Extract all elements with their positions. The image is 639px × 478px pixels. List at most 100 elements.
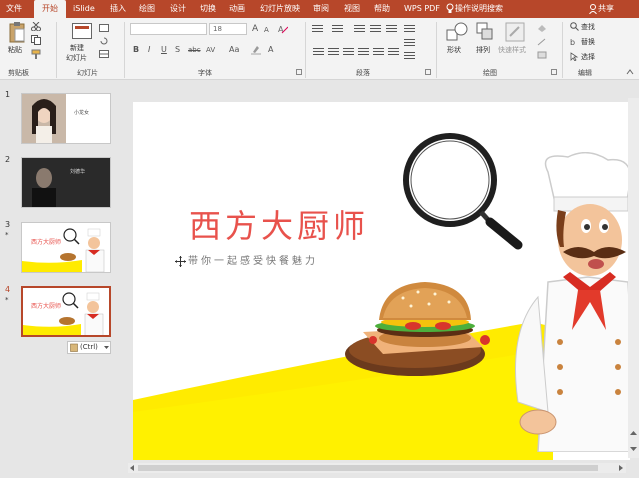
italic-button[interactable]: I — [148, 45, 150, 54]
reset-icon[interactable] — [99, 37, 109, 45]
drawing-group-label: 绘图 — [483, 69, 497, 77]
shape-fill-icon[interactable] — [537, 24, 547, 32]
slide-title[interactable]: 西方大厨师 — [189, 201, 369, 247]
dialog-launcher-icon[interactable] — [296, 69, 302, 75]
tab-home[interactable]: 开始 — [34, 0, 66, 18]
shadow-button[interactable]: S — [175, 45, 180, 54]
powerpoint-window: 文件 开始 iSlide 插入 绘图 设计 切换 动画 幻灯片放映 审阅 视图 … — [0, 0, 639, 478]
align-right-icon[interactable] — [343, 48, 354, 56]
dialog-launcher-icon[interactable] — [551, 69, 557, 75]
divider — [305, 22, 306, 78]
clear-formatting-icon[interactable]: A — [278, 24, 288, 34]
dialog-launcher-icon[interactable] — [425, 69, 431, 75]
select-button[interactable]: 选择 — [581, 52, 595, 62]
columns-icon[interactable] — [388, 48, 399, 56]
slides-group-label: 幻灯片 — [77, 69, 98, 77]
horizontal-scrollbar[interactable] — [128, 463, 626, 473]
scrollbar-thumb[interactable] — [138, 465, 598, 471]
scroll-left-icon[interactable] — [129, 465, 135, 471]
slide-thumbnail-4[interactable]: 西方大厨师 — [21, 286, 111, 337]
bold-button[interactable]: B — [133, 45, 139, 54]
paste-options-button[interactable]: (Ctrl) — [67, 341, 111, 354]
bullets-icon[interactable] — [312, 25, 323, 33]
vertical-scrollbar[interactable] — [628, 98, 639, 458]
divider — [436, 22, 437, 78]
tell-me-search[interactable]: 操作说明搜索 — [455, 0, 503, 18]
scroll-down-icon[interactable] — [630, 446, 637, 452]
font-color-button[interactable]: A — [268, 45, 273, 54]
tab-view[interactable]: 视图 — [344, 0, 360, 18]
increase-indent-icon[interactable] — [370, 25, 381, 33]
user-icon — [589, 4, 597, 14]
slide-thumbnail-3[interactable]: 西方大厨师 — [21, 222, 111, 273]
align-center-icon[interactable] — [328, 48, 339, 56]
shrink-font-button[interactable]: A — [264, 26, 269, 34]
collapse-ribbon-icon[interactable] — [626, 69, 634, 75]
smartart-icon[interactable] — [404, 52, 415, 60]
tab-file[interactable]: 文件 — [6, 0, 22, 18]
slide-thumbnail-1[interactable]: 小龙女 — [21, 93, 111, 144]
shapes-button[interactable]: 形状 — [447, 45, 461, 55]
layout-icon[interactable] — [99, 24, 109, 32]
slide-number: 4 — [5, 285, 11, 294]
lightbulb-icon — [446, 3, 454, 13]
tab-slideshow[interactable]: 幻灯片放映 — [260, 0, 300, 18]
strikethrough-button[interactable]: abc — [188, 46, 201, 54]
shape-effects-icon[interactable] — [537, 51, 547, 59]
decrease-indent-icon[interactable] — [354, 25, 365, 33]
svg-text:A: A — [278, 25, 284, 34]
distributed-icon[interactable] — [373, 48, 384, 56]
tab-draw[interactable]: 绘图 — [139, 0, 155, 18]
scroll-right-icon[interactable] — [618, 465, 624, 471]
chevron-down-icon — [104, 346, 109, 349]
align-left-icon[interactable] — [313, 48, 324, 56]
font-family-dropdown[interactable] — [130, 23, 207, 35]
new-slide-button[interactable]: 新建 — [70, 43, 84, 53]
divider — [56, 22, 57, 78]
slide-subtitle[interactable]: 带你一起感受快餐魅力 — [188, 252, 318, 267]
shape-outline-icon[interactable] — [537, 38, 547, 46]
quick-styles-button[interactable]: 快速样式 — [498, 45, 526, 55]
clipboard-icon — [70, 343, 78, 352]
tab-islide[interactable]: iSlide — [73, 0, 95, 18]
current-slide[interactable]: 西方大厨师 带你一起感受快餐魅力 — [133, 102, 630, 460]
replace-button[interactable]: 替换 — [581, 37, 595, 47]
woman-portrait-image — [32, 99, 56, 143]
tab-design[interactable]: 设计 — [170, 0, 186, 18]
char-spacing-button[interactable]: AV — [206, 46, 215, 54]
section-icon[interactable] — [99, 50, 109, 58]
highlight-icon[interactable] — [251, 45, 261, 55]
align-text-icon[interactable] — [404, 39, 415, 47]
slide-number: 1 — [5, 90, 11, 99]
portrait-photo — [22, 94, 66, 143]
new-slide-button-label2[interactable]: 幻灯片 — [66, 53, 87, 63]
tab-review[interactable]: 审阅 — [313, 0, 329, 18]
arrange-button[interactable]: 排列 — [476, 45, 490, 55]
select-icon — [570, 52, 579, 61]
line-spacing-icon[interactable] — [386, 25, 397, 33]
copy-icon[interactable] — [31, 35, 41, 45]
paste-button[interactable]: 粘贴 — [8, 45, 22, 55]
font-size-dropdown[interactable]: 18 — [209, 23, 247, 35]
tab-animations[interactable]: 动画 — [229, 0, 245, 18]
share-button[interactable]: 共享 — [598, 0, 614, 18]
animation-marker: * — [5, 231, 9, 239]
underline-button[interactable]: U — [161, 45, 167, 54]
tab-transitions[interactable]: 切换 — [200, 0, 216, 18]
find-button[interactable]: 查找 — [581, 22, 595, 32]
slide-thumbnail-2[interactable]: 刘德华 — [21, 157, 111, 208]
numbering-icon[interactable] — [332, 25, 343, 33]
tab-help[interactable]: 帮助 — [374, 0, 390, 18]
cut-icon[interactable] — [31, 22, 41, 31]
text-direction-icon[interactable] — [404, 25, 415, 33]
slide-number: 2 — [5, 155, 11, 164]
grow-font-button[interactable]: A — [252, 24, 258, 34]
change-case-button[interactable]: Aa — [229, 45, 239, 54]
justify-icon[interactable] — [358, 48, 369, 56]
format-painter-icon[interactable] — [31, 49, 41, 59]
paste-icon — [9, 22, 25, 43]
tab-insert[interactable]: 插入 — [110, 0, 126, 18]
scroll-up-icon[interactable] — [630, 430, 637, 436]
ribbon: 粘贴 剪贴板 新建 幻灯片 幻灯片 18 A A A B I U S abc A… — [0, 18, 639, 80]
tab-wps-pdf[interactable]: WPS PDF — [404, 0, 440, 18]
